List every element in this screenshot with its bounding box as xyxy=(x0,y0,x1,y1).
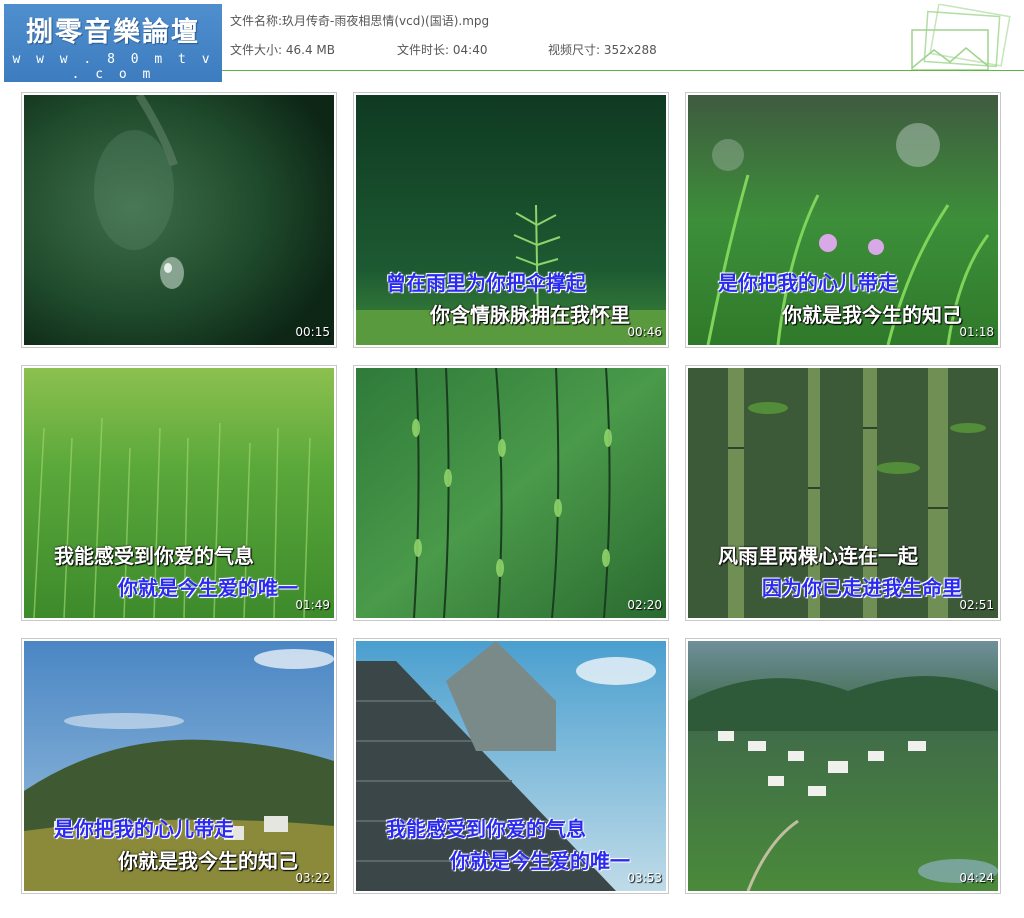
video-frame-3: 是你把我的心儿带走 你就是我今生的知己 xyxy=(688,95,998,345)
video-frame-9 xyxy=(688,641,998,891)
frame-image-willow-branches xyxy=(356,368,666,618)
lyric-line-1: 是你把我的心儿带走 xyxy=(718,271,898,295)
thumbnail-2[interactable]: 曾在雨里为你把伞撑起 你含情脉脉拥在我怀里 00:46 xyxy=(353,92,669,348)
lyric-line-1: 曾在雨里为你把伞撑起 xyxy=(386,271,586,295)
video-frame-1 xyxy=(24,95,334,345)
thumbnail-3[interactable]: 是你把我的心儿带走 你就是我今生的知己 01:18 xyxy=(685,92,1001,348)
lyric-line-1: 我能感受到你爱的气息 xyxy=(54,544,254,568)
video-frame-8: 我能感受到你爱的气息 你就是今生爱的唯一 xyxy=(356,641,666,891)
video-frame-7: 是你把我的心儿带走 你就是我今生的知己 xyxy=(24,641,334,891)
lyric-line-1: 是你把我的心儿带走 xyxy=(54,817,234,841)
timestamp: 00:15 xyxy=(295,325,330,339)
lyric-line-1: 风雨里两棵心连在一起 xyxy=(718,544,918,568)
frame-image-valley-village xyxy=(688,641,998,891)
thumbnail-grid: 00:15 曾在雨里为你把伞撑起 你含情脉脉拥在我怀里 00:46 是你把我的心… xyxy=(0,0,1024,918)
lyric-line-2: 因为你已走进我生命里 xyxy=(762,576,962,600)
thumbnail-5[interactable]: 02:20 xyxy=(353,365,669,621)
timestamp: 02:51 xyxy=(959,598,994,612)
lyric-line-2: 你就是今生爱的唯一 xyxy=(118,576,298,600)
thumbnail-1[interactable]: 00:15 xyxy=(21,92,337,348)
timestamp: 00:46 xyxy=(627,325,662,339)
thumbnail-4[interactable]: 我能感受到你爱的气息 你就是今生爱的唯一 01:49 xyxy=(21,365,337,621)
timestamp: 01:49 xyxy=(295,598,330,612)
lyric-line-2: 你就是我今生的知己 xyxy=(118,849,298,873)
lyric-line-2: 你就是今生爱的唯一 xyxy=(450,849,630,873)
video-frame-6: 风雨里两棵心连在一起 因为你已走进我生命里 xyxy=(688,368,998,618)
lyric-line-2: 你含情脉脉拥在我怀里 xyxy=(430,303,630,327)
timestamp: 03:53 xyxy=(627,871,662,885)
timestamp: 03:22 xyxy=(295,871,330,885)
timestamp: 04:24 xyxy=(959,871,994,885)
thumbnail-6[interactable]: 风雨里两棵心连在一起 因为你已走进我生命里 02:51 xyxy=(685,365,1001,621)
lyric-line-2: 你就是我今生的知己 xyxy=(782,303,962,327)
lyric-line-1: 我能感受到你爱的气息 xyxy=(386,817,586,841)
video-frame-5 xyxy=(356,368,666,618)
video-frame-4: 我能感受到你爱的气息 你就是今生爱的唯一 xyxy=(24,368,334,618)
video-frame-2: 曾在雨里为你把伞撑起 你含情脉脉拥在我怀里 xyxy=(356,95,666,345)
thumbnail-8[interactable]: 我能感受到你爱的气息 你就是今生爱的唯一 03:53 xyxy=(353,638,669,894)
thumbnail-7[interactable]: 是你把我的心儿带走 你就是我今生的知己 03:22 xyxy=(21,638,337,894)
timestamp: 01:18 xyxy=(959,325,994,339)
timestamp: 02:20 xyxy=(627,598,662,612)
frame-image-water-drop xyxy=(24,95,334,345)
thumbnail-9[interactable]: 04:24 xyxy=(685,638,1001,894)
